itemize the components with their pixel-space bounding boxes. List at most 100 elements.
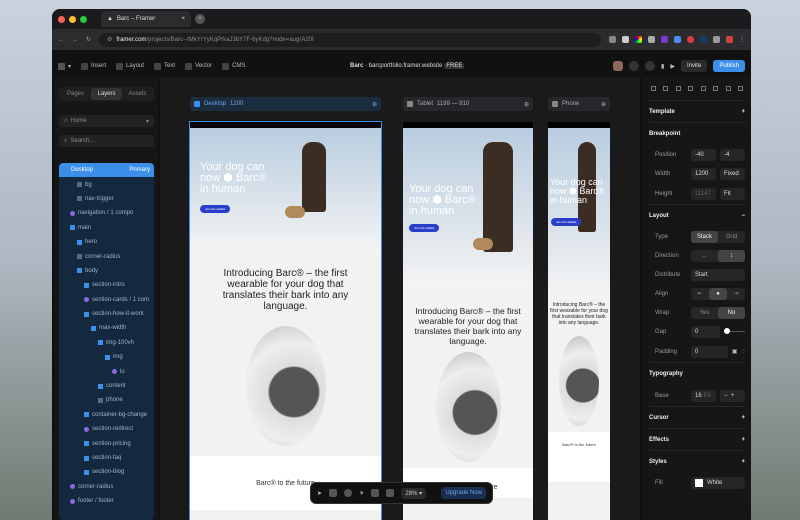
project-title[interactable]: Barc · barcportfolio.framer.website FREE <box>350 63 465 69</box>
extension-icon[interactable] <box>648 36 655 43</box>
direction-toggle[interactable]: ↔ ↕ <box>691 249 745 262</box>
add-icon[interactable]: ⊕ <box>601 101 606 108</box>
horizontal-icon[interactable]: ↔ <box>691 250 718 262</box>
insert-button[interactable]: Insert <box>81 62 106 70</box>
gap-input[interactable]: 0 <box>691 325 720 338</box>
close-window-button[interactable] <box>58 15 65 23</box>
canvas[interactable]: Desktop 1200 ⊕ Tablet 1199 — 810 ⊕ Phone ⊕ Yo… <box>160 77 640 520</box>
add-style-icon[interactable]: + <box>741 459 745 465</box>
menu-icon[interactable]: ⋮ <box>739 36 745 43</box>
reload-icon[interactable]: ↻ <box>86 36 91 43</box>
vertical-icon[interactable]: ↕ <box>718 249 745 262</box>
extension-icon[interactable] <box>635 36 642 43</box>
zoom-window-button[interactable] <box>80 15 87 23</box>
breakpoint-header-phone[interactable]: Phone ⊕ <box>548 97 610 111</box>
layer-item[interactable]: section-faq <box>59 451 154 465</box>
layer-item[interactable]: section-cards / 1 com <box>59 293 154 307</box>
padding-uniform-icon[interactable]: ▣ <box>732 348 738 355</box>
position-x-input[interactable]: -40 <box>691 148 716 161</box>
fill-select[interactable]: White <box>691 476 745 489</box>
wrap-toggle[interactable]: Yes No <box>691 306 745 319</box>
font-size-stepper[interactable]: − + <box>720 389 745 402</box>
extension-icon[interactable] <box>622 36 629 43</box>
layer-item[interactable]: body <box>59 264 154 278</box>
height-mode-select[interactable]: Fit <box>720 187 745 200</box>
padding-individual-icon[interactable]: ◌ <box>741 349 745 355</box>
back-icon[interactable]: ← <box>58 37 64 43</box>
padding-input[interactable]: 0 <box>691 345 728 358</box>
layer-item[interactable]: corner-radius <box>59 249 154 263</box>
profile-icon[interactable] <box>726 36 733 43</box>
phone-frame[interactable]: Your dog can now ⬢ Barc® in human Join t… <box>548 122 610 520</box>
tablet-frame[interactable]: Your dog can now ⬢ Barc® in human Join t… <box>403 122 533 520</box>
zoom-select[interactable]: 28% ▾ <box>401 487 427 499</box>
add-icon[interactable]: ⊕ <box>524 101 529 108</box>
distribute-select[interactable]: Start <box>691 268 745 281</box>
layer-item[interactable]: main <box>59 221 154 235</box>
layer-item[interactable]: img-100vh <box>59 336 154 350</box>
analytics-icon[interactable]: ▮ <box>661 63 664 70</box>
select-tool-icon[interactable]: ➤ <box>317 490 322 497</box>
preview-play-icon[interactable]: ▶ <box>670 63 675 70</box>
invite-button[interactable]: Invite <box>680 60 708 72</box>
layout-view-icon[interactable] <box>386 489 395 497</box>
height-input[interactable]: 11147 <box>691 187 716 200</box>
layer-item[interactable]: max-width <box>59 321 154 335</box>
help-icon[interactable] <box>645 61 656 71</box>
minimize-window-button[interactable] <box>69 15 76 23</box>
tab-pages[interactable]: Pages <box>60 88 91 100</box>
grid-icon[interactable] <box>371 489 380 497</box>
vector-button[interactable]: Vector <box>185 62 212 70</box>
page-select[interactable]: ⌂ Home ▾ <box>59 115 154 127</box>
align-middle-icon[interactable] <box>700 86 706 91</box>
extension-icon[interactable] <box>674 36 681 43</box>
layer-item[interactable]: corner-radius <box>59 480 154 494</box>
extension-icon[interactable] <box>713 36 720 43</box>
breakpoint-header-desktop[interactable]: Desktop 1200 ⊕ <box>190 97 381 111</box>
align-left-icon[interactable] <box>651 86 656 91</box>
distribute-v-icon[interactable] <box>737 86 743 91</box>
remove-layout-icon[interactable]: − <box>741 213 745 219</box>
layer-item[interactable]: Desktop Primary <box>59 163 154 178</box>
tab-layers[interactable]: Layers <box>91 88 122 100</box>
framer-menu-button[interactable]: ▾ <box>58 62 71 70</box>
comment-tool-icon[interactable] <box>344 489 353 497</box>
add-breakpoint-icon[interactable]: ⊕ <box>372 101 377 108</box>
layer-item[interactable]: hero <box>59 235 154 249</box>
avatar[interactable] <box>613 61 624 71</box>
align-bottom-icon[interactable] <box>713 86 719 91</box>
waitlist-button[interactable]: Join the waitlist <box>409 224 440 232</box>
waitlist-button[interactable]: Join the waitlist <box>200 205 231 213</box>
layer-item[interactable]: section-pricing <box>59 436 154 450</box>
browser-tab[interactable]: ▲ Barc – Framer × <box>101 11 191 27</box>
text-button[interactable]: Text <box>154 62 175 70</box>
layer-item[interactable]: section-how-it-work <box>59 307 154 321</box>
close-tab-icon[interactable]: × <box>181 16 185 22</box>
align-toggle[interactable]: ⇤ ● ⇥ <box>691 287 745 300</box>
hand-tool-icon[interactable] <box>329 489 338 497</box>
align-start-icon[interactable]: ⇤ <box>691 288 709 300</box>
layer-item[interactable]: nav-trigger <box>59 192 154 206</box>
add-effect-icon[interactable]: + <box>741 437 745 443</box>
layout-type-toggle[interactable]: Stack Grid <box>691 230 745 243</box>
width-mode-select[interactable]: Fixed <box>720 167 745 180</box>
gap-slider[interactable] <box>724 328 745 334</box>
tab-assets[interactable]: Assets <box>122 88 153 100</box>
layer-item[interactable]: section-blog <box>59 465 154 479</box>
layer-item[interactable]: img <box>59 350 154 364</box>
position-y-input[interactable]: -4 <box>720 148 745 161</box>
settings-icon[interactable] <box>629 61 640 71</box>
breakpoint-header-tablet[interactable]: Tablet 1199 — 810 ⊕ <box>403 97 533 111</box>
desktop-frame[interactable]: Your dog can now ⬢ Barc® in human Join t… <box>189 121 382 520</box>
extension-icon[interactable] <box>700 36 707 43</box>
layer-item[interactable]: phone <box>59 393 154 407</box>
layer-item[interactable]: footer / footer <box>59 494 154 508</box>
layer-item[interactable]: section-intro <box>59 278 154 292</box>
layer-item[interactable]: section-redirect <box>59 422 154 436</box>
publish-button[interactable]: Publish <box>713 60 745 72</box>
bookmark-icon[interactable] <box>609 36 616 43</box>
add-template-icon[interactable]: + <box>741 109 745 115</box>
layout-button[interactable]: Layout <box>116 62 144 70</box>
forward-icon[interactable]: → <box>72 37 78 43</box>
layer-item[interactable]: bg <box>59 177 154 191</box>
